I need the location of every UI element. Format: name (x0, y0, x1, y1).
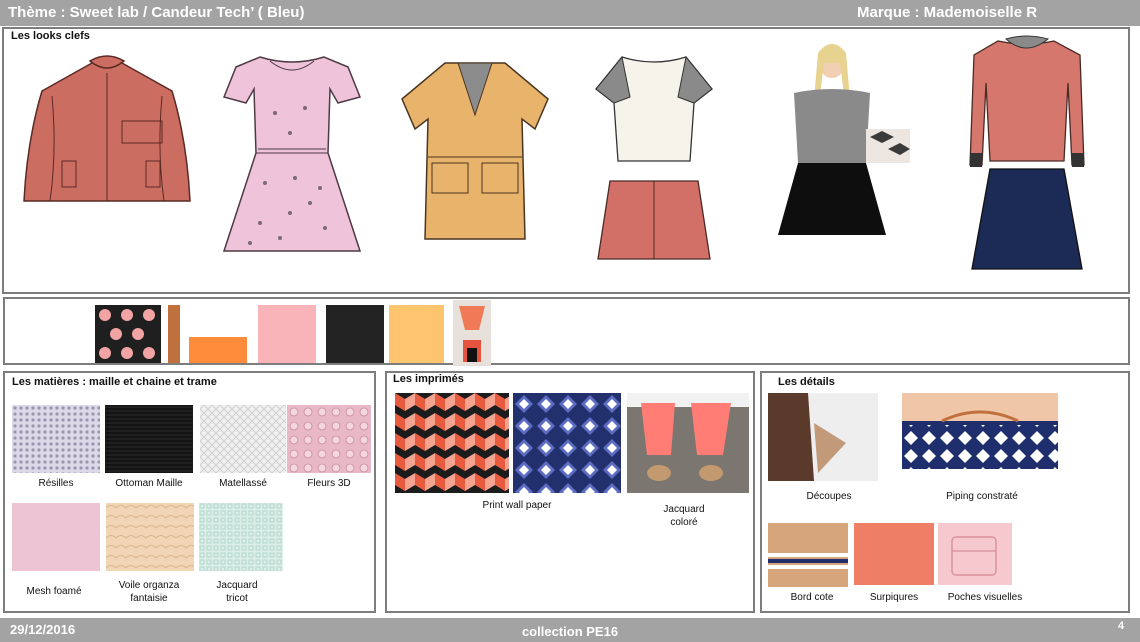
swatch-orange (189, 337, 247, 363)
fabric-label-ottoman: Ottoman Maille (115, 478, 183, 489)
looks-panel: Les looks clefs (2, 27, 1130, 294)
fabric-jacquard (199, 503, 283, 571)
detail-piping (902, 393, 1058, 469)
detail-decoupes (768, 393, 878, 481)
fabric-matelasse (200, 405, 286, 473)
print-label-wallpaper: Print wall paper (482, 500, 552, 511)
swatch-black (326, 305, 384, 363)
fabric-ottoman (105, 405, 193, 473)
swatch-caramel (168, 305, 180, 363)
dress-sketch (222, 56, 362, 252)
imprimes-panel: Les imprimés Print wall paper Jacquard c… (385, 371, 755, 613)
fabric-resilles (12, 405, 100, 473)
detail-label-decoupes: Découpes (806, 491, 852, 502)
swatch-scarf (453, 300, 491, 366)
top-skirt-sketch (595, 55, 713, 260)
looks-title: Les looks clefs (11, 30, 90, 42)
fabric-label-voile: Voile organza fantaisie (118, 580, 180, 604)
details-title: Les détails (778, 376, 835, 388)
fabric-label-matelasse: Matellassé (219, 478, 267, 489)
fabric-label-fleurs: Fleurs 3D (307, 478, 351, 489)
tunic-sketch (401, 62, 549, 240)
detail-label-surpiqures: Surpiqures (869, 592, 919, 603)
fabric-voile (106, 503, 194, 571)
details-panel: Les détails Découpes Piping constraté Bo… (760, 371, 1130, 613)
detail-label-piping: Piping constraté (946, 491, 1018, 502)
footer-bar: 29/12/2016 collection PE16 4 (0, 618, 1140, 642)
print-jacquard-photo (627, 393, 749, 493)
header-bar: Thème : Sweet lab / Candeur Tech’ ( Bleu… (0, 0, 1140, 26)
detail-label-bord-cote: Bord cote (790, 592, 834, 603)
imprimes-title: Les imprimés (393, 373, 464, 385)
print-wallpaper-1 (395, 393, 509, 493)
theme-title: Thème : Sweet lab / Candeur Tech’ ( Bleu… (8, 4, 305, 21)
print-wallpaper-2 (513, 393, 621, 493)
detail-bord-cote (768, 523, 848, 587)
print-label-jacquard: Jacquard coloré (663, 504, 705, 528)
swatch-apricot (389, 305, 444, 363)
detail-label-poches: Poches visuelles (947, 592, 1023, 603)
coat-sketch (23, 55, 191, 202)
fabric-label-jacquard: Jacquard tricot (216, 580, 258, 604)
swatch-pattern (95, 305, 161, 363)
page-number: 4 (1118, 620, 1125, 632)
blouse-skirt-sketch (969, 35, 1085, 270)
detail-poches (938, 523, 1012, 585)
fabric-label-resilles: Résilles (38, 478, 74, 489)
matieres-panel: Les matières : maille et chaine et trame… (3, 371, 376, 613)
fabric-mesh (12, 503, 100, 571)
palette-panel (3, 297, 1130, 366)
detail-surpiqures (854, 523, 934, 585)
matieres-title: Les matières : maille et chaine et trame (12, 376, 217, 388)
footer-collection: collection PE16 (521, 624, 619, 639)
brand-title: Marque : Mademoiselle R (857, 4, 1038, 21)
fabric-label-mesh: Mesh foamé (26, 586, 82, 597)
swatch-pink (258, 305, 316, 363)
model-photo (778, 44, 910, 235)
fabric-fleurs (287, 405, 371, 473)
